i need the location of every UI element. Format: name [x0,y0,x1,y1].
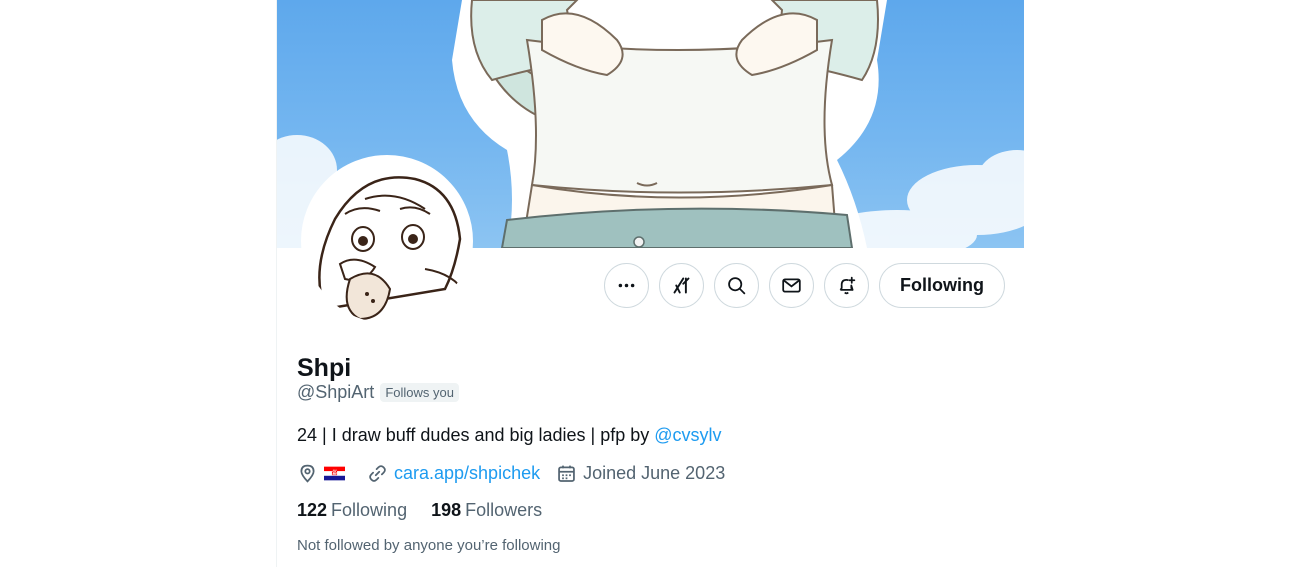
bio-mention-link[interactable]: @cvsylv [654,425,721,445]
profile-bio: 24 | I draw buff dudes and big ladies | … [297,423,997,447]
grok-icon [673,277,690,294]
more-icon [618,283,635,288]
join-date: Joined June 2023 [556,463,725,484]
follow-counts: 122 Following 198 Followers [297,500,997,521]
follows-you-badge: Follows you [380,383,459,402]
location-pin-icon [300,464,315,483]
following-button[interactable]: Following [879,263,1005,308]
grok-button[interactable] [659,263,705,308]
calendar-icon [558,465,575,482]
profile-column: Following Shpi @ShpiArt Follows you 24 |… [276,0,1024,567]
croatia-flag-icon [324,466,345,481]
join-date-text: Joined June 2023 [583,463,726,483]
mail-icon [782,278,801,293]
website-link[interactable]: cara.app/shpichek [394,463,540,484]
followers-count-link[interactable]: 198 Followers [431,500,542,521]
bio-text: 24 | I draw buff dudes and big ladies | … [297,425,655,445]
user-handle: @ShpiArt [297,382,375,402]
profile-actions: Following [604,263,1005,308]
following-label: Following [331,500,408,520]
location [297,463,351,484]
following-count: 122 [297,500,328,520]
mutual-followers-note: Not followed by anyone you’re following [297,537,561,554]
followers-label: Followers [465,500,543,520]
website: cara.app/shpichek [367,463,540,484]
avatar-artwork [305,159,469,323]
link-icon [369,465,386,482]
search-icon [728,277,746,295]
following-count-link[interactable]: 122 Following [297,500,407,521]
more-button[interactable] [604,263,650,308]
message-button[interactable] [769,263,815,308]
profile-avatar[interactable] [301,155,473,327]
search-profile-button[interactable] [714,263,760,308]
followers-count: 198 [431,500,462,520]
handle-row: @ShpiArt Follows you [297,382,997,403]
profile-meta: cara.app/shpichek Joined June 2023 [297,463,997,484]
profile-info: Shpi @ShpiArt Follows you 24 | I draw bu… [297,350,997,554]
display-name: Shpi [297,354,352,382]
notifications-button[interactable] [824,263,870,308]
bell-plus-icon [839,276,856,295]
